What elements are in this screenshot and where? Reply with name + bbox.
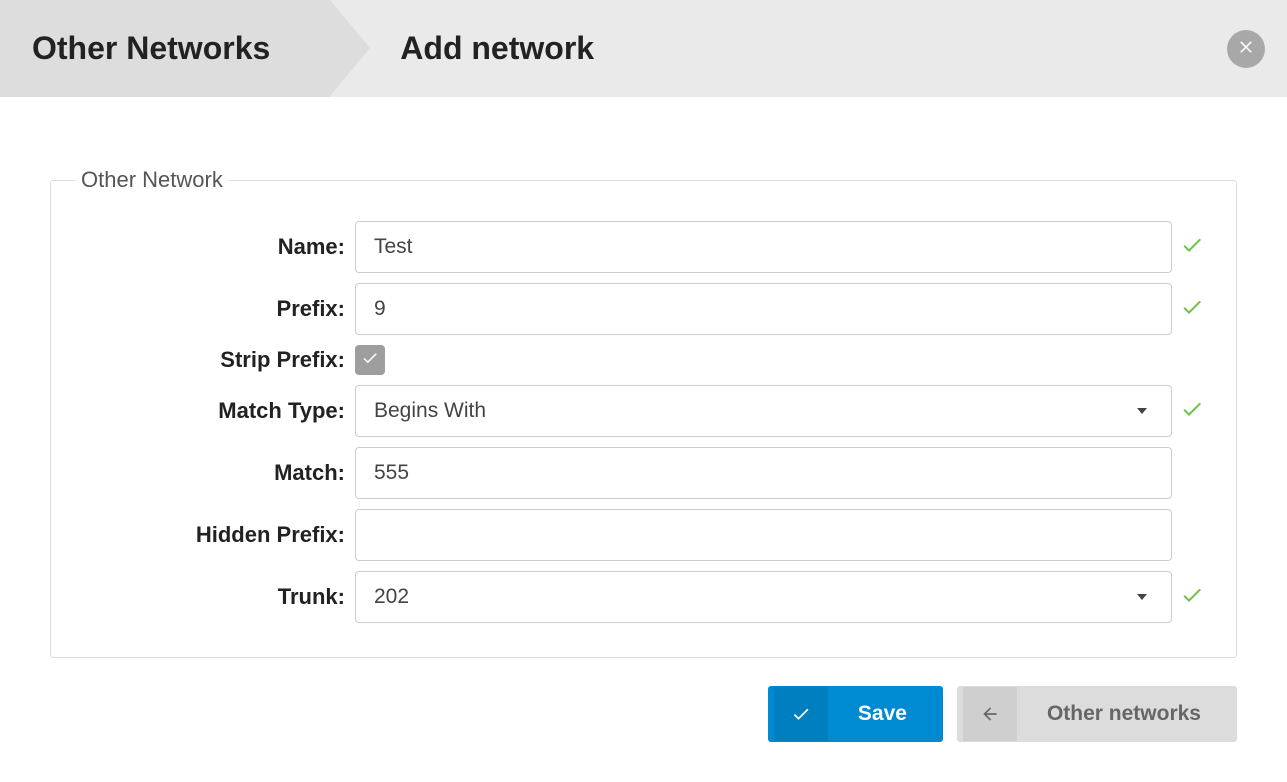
check-icon: [1180, 583, 1204, 612]
label-name: Name:: [75, 234, 355, 260]
check-icon: [774, 687, 828, 741]
group-legend: Other Network: [75, 167, 229, 193]
back-label: Other networks: [1017, 702, 1231, 726]
close-icon: [1237, 37, 1255, 60]
page-header: Other Networks Add network: [0, 0, 1287, 97]
valid-prefix: [1172, 295, 1212, 324]
close-button[interactable]: [1227, 30, 1265, 68]
valid-trunk: [1172, 583, 1212, 612]
check-icon: [361, 349, 379, 372]
breadcrumb-other-networks[interactable]: Other Networks: [0, 0, 330, 97]
chevron-down-icon: [1137, 594, 1147, 600]
label-trunk: Trunk:: [75, 584, 355, 610]
name-input[interactable]: [355, 221, 1172, 273]
valid-name: [1172, 233, 1212, 262]
breadcrumb-label-2: Add network: [400, 30, 594, 66]
row-match-type: Match Type: Begins With: [75, 385, 1212, 437]
match-type-select[interactable]: Begins With: [355, 385, 1172, 437]
label-strip-prefix: Strip Prefix:: [75, 347, 355, 373]
check-icon: [1180, 397, 1204, 426]
other-networks-button[interactable]: Other networks: [957, 686, 1237, 742]
row-strip-prefix: Strip Prefix:: [75, 345, 1212, 375]
trunk-select[interactable]: 202: [355, 571, 1172, 623]
label-prefix: Prefix:: [75, 296, 355, 322]
row-trunk: Trunk: 202: [75, 571, 1212, 623]
row-hidden-prefix: Hidden Prefix:: [75, 509, 1212, 561]
chevron-down-icon: [1137, 408, 1147, 414]
valid-match-type: [1172, 397, 1212, 426]
row-name: Name:: [75, 221, 1212, 273]
check-icon: [1180, 233, 1204, 262]
trunk-value: 202: [374, 585, 409, 609]
hidden-prefix-input[interactable]: [355, 509, 1172, 561]
save-button[interactable]: Save: [768, 686, 943, 742]
label-match-type: Match Type:: [75, 398, 355, 424]
strip-prefix-checkbox[interactable]: [355, 345, 385, 375]
label-match: Match:: [75, 460, 355, 486]
save-label: Save: [828, 702, 937, 726]
form-content: Other Network Name: Prefix:: [0, 97, 1287, 782]
label-hidden-prefix: Hidden Prefix:: [75, 522, 355, 548]
arrow-left-icon: [963, 687, 1017, 741]
check-icon: [1180, 295, 1204, 324]
action-bar: Save Other networks: [50, 686, 1237, 742]
row-prefix: Prefix:: [75, 283, 1212, 335]
match-input[interactable]: [355, 447, 1172, 499]
group-other-network: Other Network Name: Prefix:: [50, 167, 1237, 658]
row-match: Match:: [75, 447, 1212, 499]
match-type-value: Begins With: [374, 399, 486, 423]
prefix-input[interactable]: [355, 283, 1172, 335]
breadcrumb-label-1: Other Networks: [32, 30, 270, 67]
